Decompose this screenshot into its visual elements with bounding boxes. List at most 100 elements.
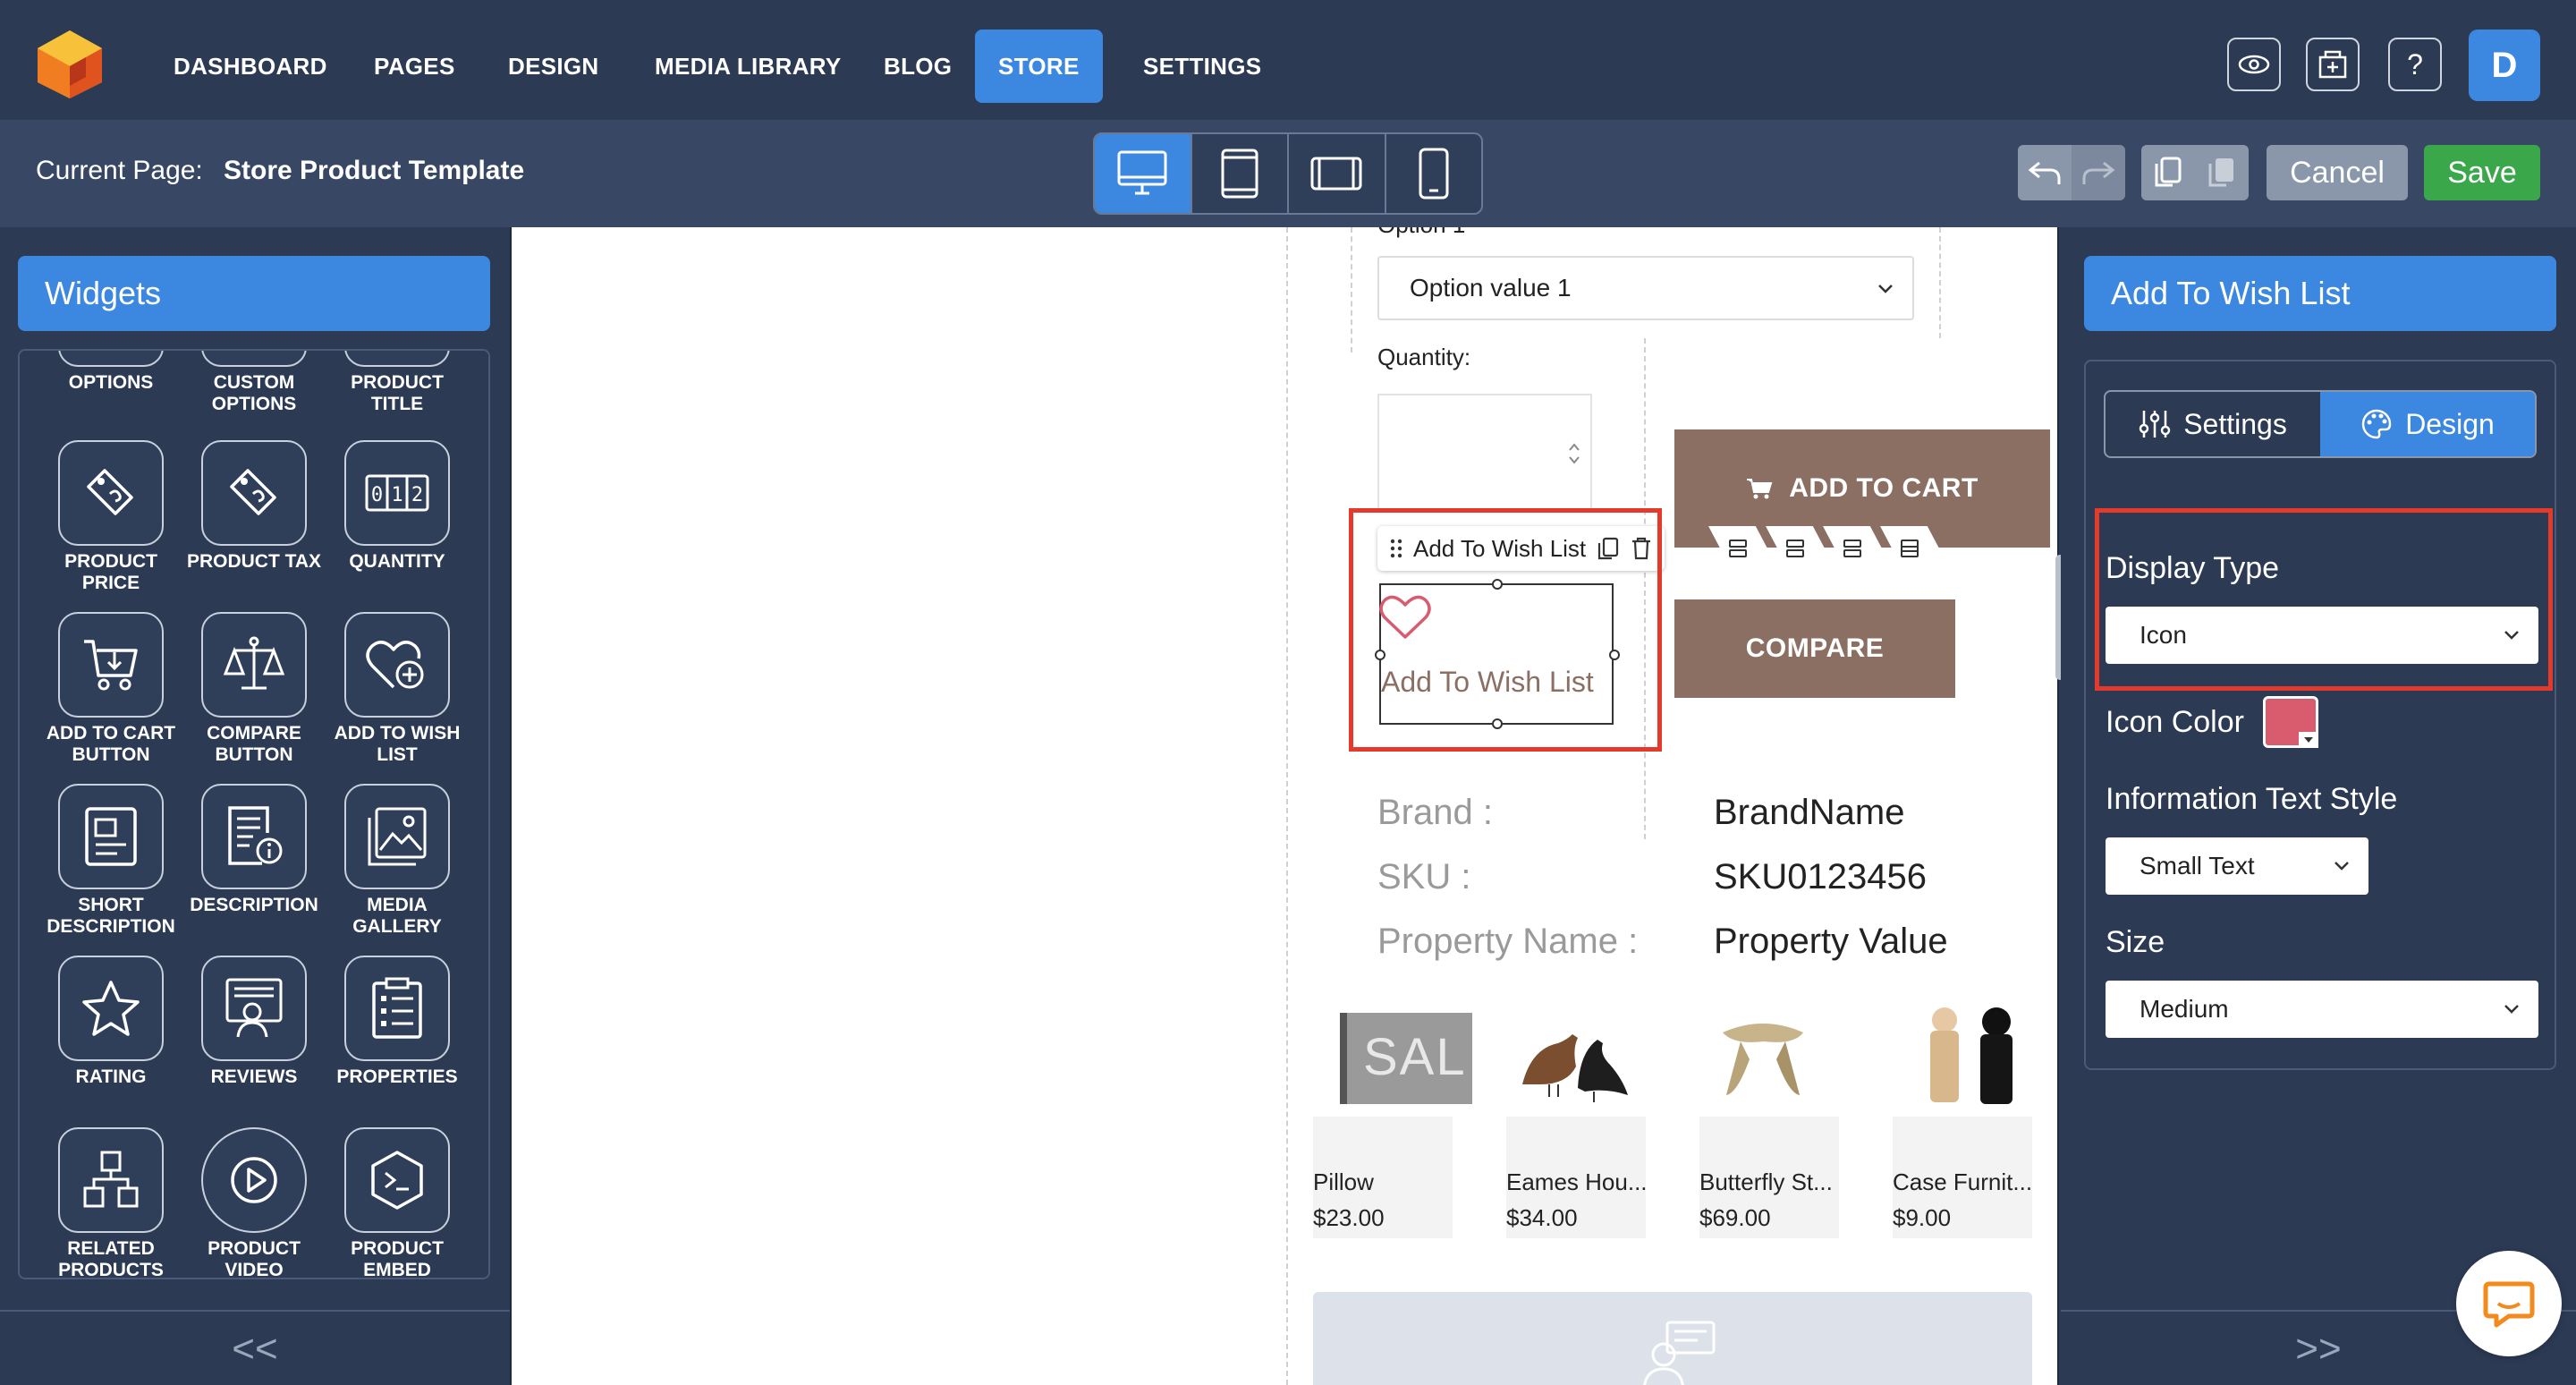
redo-button[interactable] [2072,145,2125,200]
display-type-select[interactable]: Icon [2106,607,2538,664]
widget-rating[interactable]: RATING [39,956,182,1088]
nav-blog[interactable]: BLOG [860,30,975,103]
product-name[interactable]: Case Furnit... [1893,1168,2032,1196]
chevron-down-icon [1878,285,1893,293]
info-text-style-select[interactable]: Small Text [2106,837,2368,895]
option-select[interactable]: Option value 1 [1377,256,1914,320]
widget-product-price[interactable]: PRODUCT PRICE [39,440,182,594]
copy-icon [2155,157,2182,187]
product-price: $9.00 [1893,1204,1952,1231]
resize-handle-bottom[interactable] [1492,718,1503,729]
nav-settings[interactable]: SETTINGS [1120,30,1284,103]
color-dropdown-icon [2299,732,2318,748]
product-card[interactable]: Case Furnit... $9.00 [1893,1117,2032,1238]
store-plus-icon[interactable] [2306,38,2360,91]
widget-short-description[interactable]: SHORT DESCRIPTION [39,784,182,938]
desktop-view-button[interactable] [1095,134,1192,213]
properties-tabs: Settings Design [2104,390,2537,458]
nav-design[interactable]: DESIGN [485,30,622,103]
widgets-title[interactable]: Widgets [18,256,490,331]
product-card[interactable]: Eames Hou... $34.00 [1506,1117,1648,1238]
mobile-icon [1419,148,1449,200]
layout-option-1[interactable] [1708,526,1767,571]
column-guide [1286,227,1288,1385]
layout-stack-icon [1901,540,1919,557]
play-icon [201,1127,307,1233]
widget-custom-options[interactable]: CUSTOM OPTIONS [182,351,326,415]
product-image-case-furniture[interactable] [1912,1002,2029,1106]
product-name[interactable]: Pillow [1313,1168,1374,1196]
wishlist-widget[interactable]: Add To Wish List [1375,579,1620,729]
paste-layout-button[interactable] [2195,145,2249,200]
product-image-butterfly-stool[interactable] [1714,1006,1812,1106]
reviews-placeholder [1313,1292,2032,1385]
pillow-edge [1340,1013,1347,1104]
widget-add-to-wish-list[interactable]: ADD TO WISH LIST [326,612,469,766]
widget-compare-button[interactable]: COMPARE BUTTON [182,612,326,766]
mobile-view-button[interactable] [1386,134,1482,213]
widget-product-title[interactable]: PRODUCT TITLE [326,351,469,415]
preview-eye-icon[interactable] [2227,38,2281,91]
info-text-style-label: Information Text Style [2106,782,2398,816]
product-name[interactable]: Butterfly St... [1699,1168,1833,1196]
widget-quantity[interactable]: 012 QUANTITY [326,440,469,573]
chevron-down-icon [2334,862,2349,871]
widget-options[interactable]: OPTIONS [39,351,182,394]
logo-icon[interactable] [32,27,107,102]
widget-add-to-cart-button[interactable]: ADD TO CART BUTTON [39,612,182,766]
resize-handle-left[interactable] [1375,650,1385,660]
product-title-icon [344,351,450,367]
size-select[interactable]: Medium [2106,981,2538,1038]
layout-option-3[interactable] [1823,526,1882,571]
description-icon [201,784,307,889]
quantity-input[interactable] [1377,394,1592,510]
product-price: $34.00 [1506,1204,1578,1231]
icon-color-label: Icon Color [2106,705,2244,739]
custom-options-icon [201,351,307,367]
product-name[interactable]: Eames Hou... [1506,1168,1648,1196]
product-card[interactable]: Butterfly St... $69.00 [1699,1117,1839,1238]
undo-button[interactable] [2018,145,2072,200]
nav-media-library[interactable]: MEDIA LIBRARY [631,30,865,103]
layout-option-2[interactable] [1766,526,1825,571]
save-button[interactable]: Save [2424,145,2540,200]
size-label: Size [2106,925,2165,959]
editor-canvas: Option 1 Option value 1 Quantity: ADD TO… [510,227,2059,1385]
compare-button[interactable]: COMPARE [1674,599,1955,698]
layout-options [1708,526,1939,571]
widget-media-gallery[interactable]: MEDIA GALLERY [326,784,469,938]
resize-handle-top[interactable] [1492,579,1503,590]
product-image-eames-birds[interactable] [1513,1013,1639,1111]
widget-description[interactable]: DESCRIPTION [182,784,326,916]
icon-color-swatch[interactable] [2263,696,2318,748]
product-image-pillow[interactable]: SAL [1340,1013,1472,1104]
avatar[interactable]: D [2469,30,2540,101]
tablet-landscape-view-button[interactable] [1289,134,1386,213]
reviews-icon [201,956,307,1061]
cancel-button[interactable]: Cancel [2267,145,2408,200]
help-icon[interactable]: ? [2388,38,2442,91]
nav-store[interactable]: STORE [975,30,1103,103]
nav-pages[interactable]: PAGES [351,30,479,103]
embed-icon [344,1127,450,1233]
widget-product-video[interactable]: PRODUCT VIDEO [182,1127,326,1278]
quantity-stepper-icon[interactable] [1565,440,1583,467]
layout-option-4[interactable] [1880,526,1939,571]
options-icon [58,351,164,367]
widget-properties[interactable]: PROPERTIES [326,956,469,1088]
tablet-view-button[interactable] [1192,134,1289,213]
widget-reviews[interactable]: REVIEWS [182,956,326,1088]
widget-related-products[interactable]: RELATED PRODUCTS [39,1127,182,1278]
tab-design[interactable]: Design [2320,392,2535,456]
tab-settings[interactable]: Settings [2106,392,2320,456]
widget-product-tax[interactable]: PRODUCT TAX [182,440,326,573]
resize-handle-right[interactable] [1609,650,1620,660]
product-card[interactable]: Pillow $23.00 [1313,1117,1453,1238]
nav-dashboard[interactable]: DASHBOARD [150,30,351,103]
widget-product-embed[interactable]: PRODUCT EMBED [326,1127,469,1278]
sale-badge: SAL [1363,1028,1467,1086]
chat-launcher-button[interactable] [2456,1251,2562,1356]
copy-layout-button[interactable] [2141,145,2195,200]
collapse-left-panel-button[interactable]: << [0,1310,510,1385]
chevron-down-icon [2504,1005,2519,1014]
